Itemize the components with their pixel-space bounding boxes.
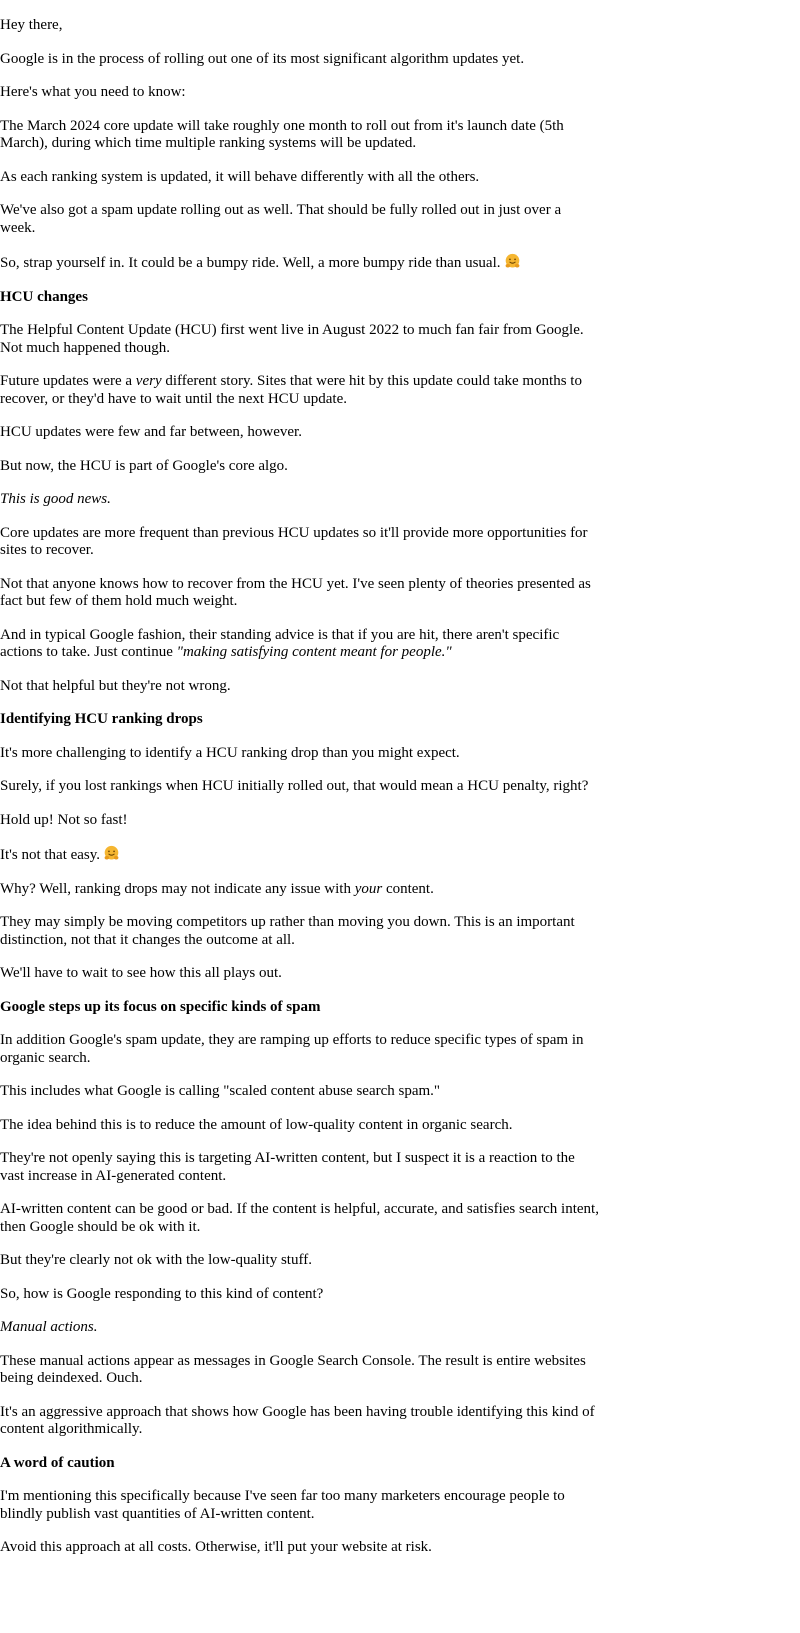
emphasis-your: your	[354, 880, 383, 897]
spam-paragraph-4: They're not openly saying this is target…	[0, 1150, 575, 1184]
identifying-heading: Identifying HCU ranking drops	[0, 711, 203, 727]
identifying-paragraph-1: It's more challenging to identify a HCU …	[0, 744, 460, 761]
email-body: Hey there, Google is in the process of r…	[0, 0, 600, 1557]
hcu-paragraph-5: This is good news.	[0, 491, 600, 509]
spam-paragraph-10: It's an aggressive approach that shows h…	[0, 1403, 595, 1438]
hcu-paragraph-6: Core updates are more frequent than prev…	[0, 524, 588, 559]
intro-paragraph-2: Here's what you need to know:	[0, 84, 186, 100]
spam-paragraph-7: So, how is Google responding to this kin…	[0, 1285, 324, 1302]
hcu-paragraph-9: Not that helpful but they're not wrong.	[0, 677, 231, 694]
emphasis-manual-actions: Manual actions.	[0, 1319, 98, 1335]
hcu-paragraph-7: Not that anyone knows how to recover fro…	[0, 575, 591, 610]
spam-paragraph-8: Manual actions.	[0, 1319, 600, 1337]
hugging-face-emoji-icon	[505, 253, 519, 268]
caution-paragraph-1: I'm mentioning this specifically because…	[0, 1488, 565, 1522]
emphasis-quote: "making satisfying content meant for peo…	[176, 644, 452, 660]
hcu-paragraph-3: HCU updates were few and far between, ho…	[0, 424, 302, 440]
intro-paragraph-6-text: So, strap yourself in. It could be a bum…	[0, 255, 501, 271]
identifying-paragraph-7: We'll have to wait to see how this all p…	[0, 965, 282, 981]
spam-heading: Google steps up its focus on specific ki…	[0, 998, 321, 1015]
identifying-paragraph-3: Hold up! Not so fast!	[0, 811, 128, 828]
hcu-heading: HCU changes	[0, 288, 88, 305]
hugging-face-emoji-icon	[104, 845, 119, 860]
intro-paragraph-3: The March 2024 core update will take rou…	[0, 117, 564, 152]
spam-paragraph-9: These manual actions appear as messages …	[0, 1352, 586, 1387]
hcu-paragraph-8: And in typical Google fashion, their sta…	[0, 626, 560, 661]
emphasis-good-news: This is good news.	[0, 491, 111, 507]
spam-paragraph-6: But they're clearly not ok with the low-…	[0, 1252, 312, 1268]
intro-paragraph-4: As each ranking system is updated, it wi…	[0, 168, 480, 185]
hcu-paragraph-4: But now, the HCU is part of Google's cor…	[0, 457, 288, 474]
spam-paragraph-1: In addition Google's spam update, they a…	[0, 1032, 584, 1066]
caution-heading: A word of caution	[0, 1454, 115, 1471]
caution-paragraph-2: Avoid this approach at all costs. Otherw…	[0, 1539, 432, 1555]
intro-paragraph-6: So, strap yourself in. It could be a bum…	[0, 253, 600, 273]
hcu-paragraph-2: Future updates were a very different sto…	[0, 373, 582, 407]
identifying-paragraph-6: They may simply be moving competitors up…	[0, 914, 575, 948]
intro-paragraph-1: Google is in the process of rolling out …	[0, 50, 525, 67]
hcu-paragraph-1: The Helpful Content Update (HCU) first w…	[0, 322, 584, 356]
spam-paragraph-5: AI-written content can be good or bad. I…	[0, 1201, 599, 1235]
intro-paragraph-5: We've also got a spam update rolling out…	[0, 202, 562, 236]
identifying-paragraph-2: Surely, if you lost rankings when HCU in…	[0, 778, 589, 794]
spam-paragraph-3: The idea behind this is to reduce the am…	[0, 1116, 513, 1133]
identifying-paragraph-5: Why? Well, ranking drops may not indicat…	[0, 880, 434, 897]
greeting: Hey there,	[0, 17, 63, 33]
emphasis-very: very	[135, 373, 162, 389]
identifying-paragraph-4: It's not that easy.	[0, 845, 600, 865]
spam-paragraph-2: This includes what Google is calling "sc…	[0, 1083, 441, 1099]
